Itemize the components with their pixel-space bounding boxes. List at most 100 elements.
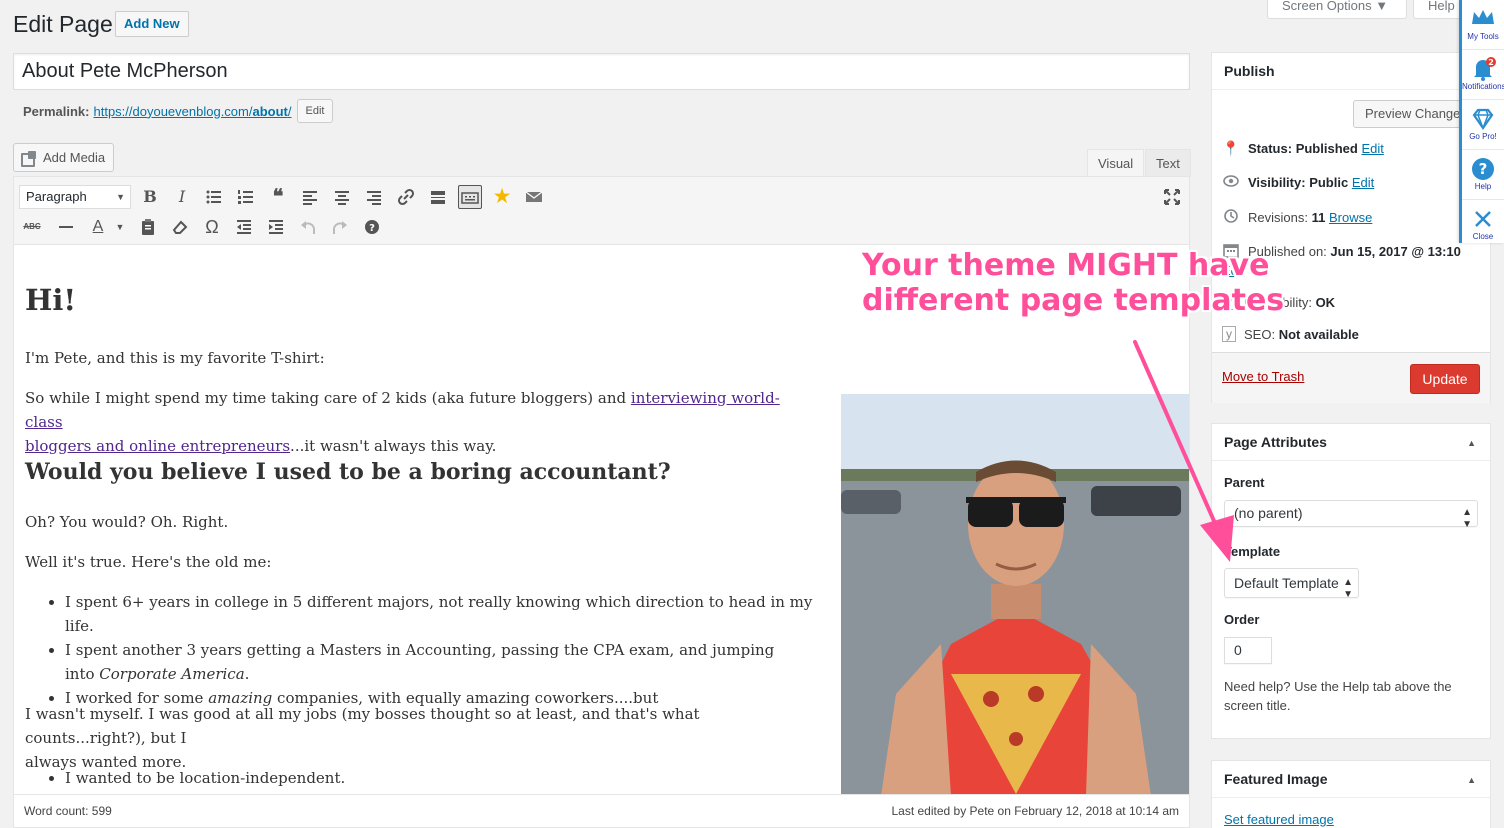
content-paragraph: I'm Pete, and this is my favorite T-shir… [25, 349, 325, 367]
help-button[interactable]: ? Help [1462, 150, 1504, 200]
star-icon[interactable]: ★ [490, 185, 514, 209]
permalink-edit-button[interactable]: Edit [296, 99, 334, 123]
featured-image-box: Featured Image ▲ Set featured image [1211, 760, 1491, 828]
read-more-icon[interactable] [426, 185, 450, 209]
content-heading-1: Hi! [25, 283, 77, 317]
visibility-edit-link[interactable]: Edit [1352, 175, 1374, 190]
media-icon [21, 150, 37, 167]
post-title-input[interactable]: About Pete McPherson [13, 53, 1190, 90]
featured-image-title: Featured Image [1212, 761, 1490, 798]
svg-text:?: ? [369, 223, 375, 234]
outdent-icon[interactable] [232, 215, 256, 239]
content-list: I spent 6+ years in college in 5 differe… [65, 590, 825, 710]
indent-icon[interactable] [264, 215, 288, 239]
close-toolbar-button[interactable]: Close [1462, 200, 1504, 250]
interview-link[interactable]: bloggers and online entrepreneurs [25, 437, 290, 455]
side-toolbar: My Tools 2 Notifications Go Pro! ? Help … [1459, 0, 1504, 243]
publish-actions: Move to Trash Update [1212, 352, 1490, 403]
numbered-list-icon[interactable] [234, 185, 258, 209]
bulleted-list-icon[interactable] [202, 185, 226, 209]
text-color-icon[interactable]: A [86, 215, 110, 239]
screen-options-tab[interactable]: Screen Options ▼ [1267, 0, 1407, 19]
editor-status-bar: Word count: 599 Last edited by Pete on F… [14, 794, 1189, 827]
clear-formatting-icon[interactable] [168, 215, 192, 239]
permalink-label: Permalink: [23, 103, 90, 119]
keyboard-shortcuts-icon[interactable]: ? [360, 215, 384, 239]
select-arrows-icon: ▲ ▼ [1462, 507, 1472, 530]
eye-icon [1222, 174, 1240, 190]
update-button[interactable]: Update [1410, 364, 1480, 394]
page-attributes-box: Page Attributes ▲ Parent (no parent) ▲ ▼ T… [1211, 423, 1491, 739]
email-icon[interactable] [522, 185, 546, 209]
content-list: I wanted to be location-independent. [65, 766, 345, 790]
special-character-icon[interactable]: Ω [200, 215, 224, 239]
status-edit-link[interactable]: Edit [1361, 141, 1383, 156]
blockquote-icon[interactable]: ❝ [266, 185, 290, 209]
svg-text:?: ? [1479, 160, 1488, 178]
list-item: I wanted to be location-independent. [65, 766, 345, 790]
parent-select[interactable]: (no parent) ▲ ▼ [1224, 500, 1478, 530]
collapse-arrow-icon[interactable]: ▲ [1467, 438, 1476, 448]
content-heading-2: Would you believe I used to be a boring … [25, 459, 671, 485]
pin-icon: 📍 [1222, 140, 1240, 156]
diamond-icon [1472, 108, 1494, 131]
attributes-help-text: Need help? Use the Help tab above the sc… [1224, 679, 1452, 713]
paste-text-icon[interactable] [136, 215, 160, 239]
close-icon [1475, 211, 1491, 227]
visibility-row: Visibility: Public Edit [1222, 174, 1374, 190]
add-media-button[interactable]: Add Media [13, 143, 115, 172]
my-tools-button[interactable]: My Tools [1462, 0, 1504, 50]
horizontal-line-icon[interactable] [54, 215, 78, 239]
tab-text[interactable]: Text [1145, 149, 1191, 177]
revisions-row: Revisions: 11 Browse [1222, 208, 1372, 227]
italic-button[interactable]: I [170, 185, 194, 209]
question-icon: ? [1472, 158, 1494, 180]
strikethrough-icon[interactable]: ABC [20, 215, 44, 239]
add-media-label: Add Media [43, 150, 106, 165]
bold-button[interactable]: B [138, 185, 162, 209]
redo-icon[interactable] [328, 215, 352, 239]
notification-count: 2 [1488, 58, 1494, 67]
word-count: Word count: 599 [24, 804, 112, 818]
align-right-icon[interactable] [362, 185, 386, 209]
editor-toolbar: Paragraph B I ❝ ★ ABC A ▼ Ω ? [14, 177, 1189, 245]
notifications-button[interactable]: 2 Notifications [1462, 50, 1504, 100]
bell-icon: 2 [1474, 57, 1496, 81]
collapse-arrow-icon[interactable]: ▲ [1467, 775, 1476, 785]
publish-box: Publish Preview Changes 📍 Status: Publis… [1211, 52, 1491, 403]
list-item: I spent another 3 years getting a Master… [65, 638, 825, 686]
format-select[interactable]: Paragraph [19, 185, 131, 209]
select-arrows-icon: ▲ ▼ [1343, 577, 1353, 600]
permalink-link[interactable]: https://doyouevenblog.com/about/ [93, 104, 291, 119]
tab-visual[interactable]: Visual [1087, 149, 1145, 177]
history-icon [1222, 208, 1240, 227]
fullscreen-icon[interactable] [1160, 185, 1184, 209]
browse-revisions-link[interactable]: Browse [1329, 210, 1372, 225]
content-paragraph: Well it's true. Here's the old me: [25, 553, 272, 571]
publish-box-title: Publish [1212, 53, 1490, 90]
status-row: 📍 Status: Published Edit [1222, 140, 1384, 156]
order-label: Order [1224, 612, 1260, 627]
toolbar-toggle-icon[interactable] [458, 185, 482, 209]
annotation-arrow-icon [1133, 340, 1234, 562]
chevron-down-icon[interactable]: ▼ [108, 215, 132, 239]
last-edited: Last edited by Pete on February 12, 2018… [891, 804, 1179, 818]
set-featured-image-link[interactable]: Set featured image [1224, 812, 1334, 827]
content-paragraph: So while I might spend my time taking ca… [25, 389, 780, 455]
add-new-button[interactable]: Add New [115, 11, 189, 37]
link-icon[interactable] [394, 185, 418, 209]
align-left-icon[interactable] [298, 185, 322, 209]
go-pro-button[interactable]: Go Pro! [1462, 100, 1504, 150]
align-center-icon[interactable] [330, 185, 354, 209]
permalink-row: Permalink: https://doyouevenblog.com/abo… [23, 99, 334, 123]
content-paragraph: Oh? You would? Oh. Right. [25, 513, 229, 531]
page-attributes-title: Page Attributes [1212, 424, 1490, 461]
order-input[interactable]: 0 [1224, 637, 1272, 664]
crown-icon [1472, 10, 1494, 24]
undo-icon[interactable] [296, 215, 320, 239]
template-select[interactable]: Default Template ▲ ▼ [1224, 568, 1359, 600]
seo-row: y SEO: Not available [1222, 326, 1359, 342]
list-item: I spent 6+ years in college in 5 differe… [65, 590, 825, 638]
annotation-text: Your theme MIGHT have different page tem… [862, 248, 1285, 318]
page-title: Edit Page [13, 11, 113, 37]
